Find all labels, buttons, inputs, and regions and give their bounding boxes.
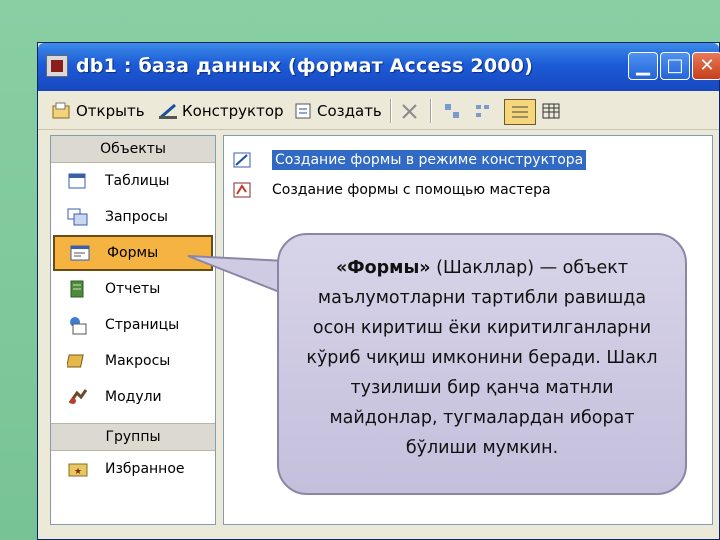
callout-text: «Формы» (Шакллар) — объект маълумотларни… [306,258,658,458]
explanation-callout: «Формы» (Шакллар) — объект маълумотларни… [277,233,687,495]
